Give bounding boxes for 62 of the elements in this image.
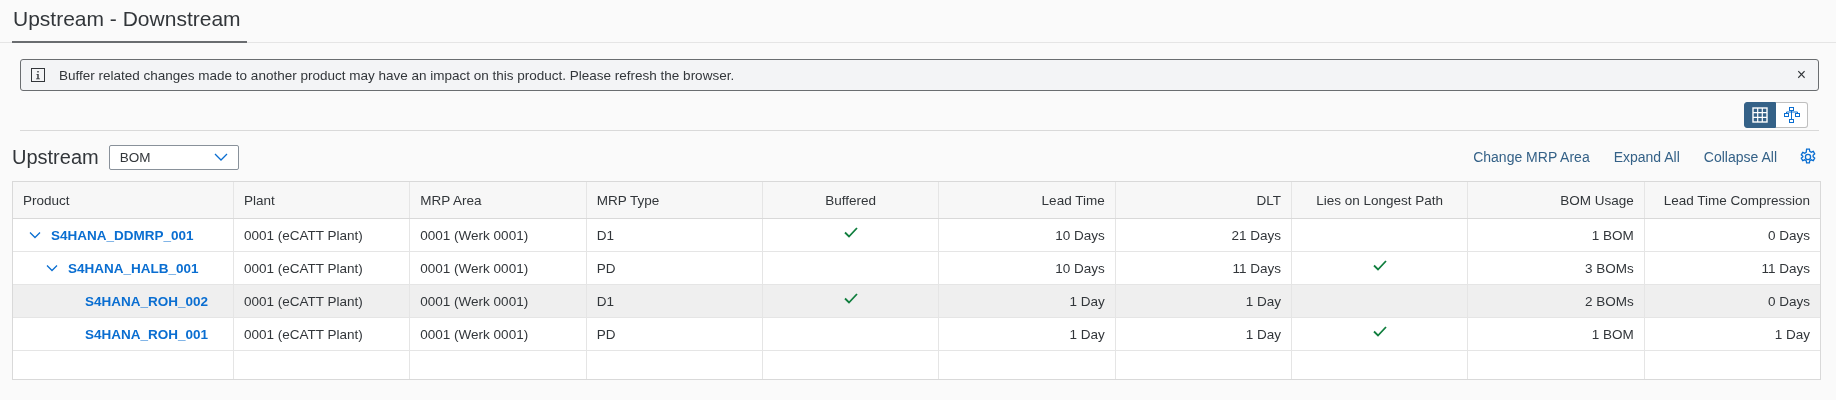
column-header: Lead Time Compression <box>1643 182 1820 218</box>
table-cell: 10 Days <box>1055 227 1105 243</box>
table-cell: 11 Days <box>1761 260 1810 276</box>
table-cell: 0001 (eCATT Plant) <box>244 326 363 342</box>
table-row[interactable]: S4HANA_ROH_002 0001 (eCATT Plant) 0001 (Werk 0001) D1 1 Day 1 Day 2 BOMs 0 Days <box>13 285 1820 318</box>
product-link[interactable]: S4HANA_HALB_001 <box>68 260 199 276</box>
table-cell: 0001 (eCATT Plant) <box>244 293 363 309</box>
table-row[interactable]: S4HANA_ROH_001 0001 (eCATT Plant) 0001 (Werk 0001) PD 1 Day 1 Day 1 BOM 1 Day <box>13 318 1820 351</box>
action-link[interactable]: Change MRP Area <box>1473 149 1590 165</box>
table-cell: PD <box>596 326 616 342</box>
section-title: Upstream <box>12 145 99 169</box>
settings-icon[interactable] <box>1799 148 1817 166</box>
table-cell: 0 Days <box>1767 227 1810 243</box>
product-link[interactable]: S4HANA_ROH_002 <box>85 293 209 309</box>
column-header: Buffered <box>762 182 939 218</box>
table-cell: 0001 (Werk 0001) <box>420 260 529 276</box>
column-header: Lead Time <box>938 182 1115 218</box>
info-icon <box>31 68 45 82</box>
table-cell: 10 Days <box>1055 260 1105 276</box>
page-tab[interactable]: Upstream - Downstream <box>12 7 247 43</box>
table-cell: 1 Day <box>1069 293 1105 309</box>
product-link[interactable]: S4HANA_DDMRP_001 <box>51 227 194 243</box>
table-cell: 21 Days <box>1231 227 1281 243</box>
table-cell: 3 BOMs <box>1584 260 1634 276</box>
message-text: Buffer related changes made to another product may have an impact on this product. Please refresh the browser. <box>59 67 736 83</box>
close-button[interactable]: × <box>1794 66 1808 84</box>
table-cell: D1 <box>596 293 614 309</box>
chevron-down-icon <box>213 153 228 161</box>
action-link[interactable]: Collapse All <box>1703 149 1777 165</box>
table-view-button[interactable] <box>1744 102 1776 128</box>
table-cell: 1 BOM <box>1591 227 1634 243</box>
column-header: BOM Usage <box>1467 182 1644 218</box>
column-header: MRP Area <box>409 182 586 218</box>
column-header: DLT <box>1114 182 1291 218</box>
table-cell: 1 Day <box>1245 293 1281 309</box>
table-cell: 1 Day <box>1774 326 1810 342</box>
action-link[interactable]: Expand All <box>1613 149 1680 165</box>
column-header: Plant <box>233 182 410 218</box>
table-cell: 0001 (Werk 0001) <box>420 326 529 342</box>
grid-icon <box>1752 107 1768 123</box>
table-cell: D1 <box>596 227 614 243</box>
table-cell: 1 BOM <box>1591 326 1634 342</box>
table-cell: 0001 (Werk 0001) <box>420 227 529 243</box>
chevron-down-icon[interactable] <box>46 262 58 274</box>
view-select[interactable]: BOM <box>108 144 239 170</box>
table-cell: 11 Days <box>1232 260 1281 276</box>
column-header: MRP Type <box>585 182 762 218</box>
table-cell: 0001 (eCATT Plant) <box>244 227 363 243</box>
table-cell: 1 Day <box>1245 326 1281 342</box>
table-cell: 2 BOMs <box>1584 293 1634 309</box>
table-cell: 0 Days <box>1767 293 1810 309</box>
chevron-down-icon[interactable] <box>29 229 41 241</box>
table-cell: PD <box>596 260 616 276</box>
hierarchy-icon <box>1783 107 1800 123</box>
table-row[interactable]: S4HANA_DDMRP_001 0001 (eCATT Plant) 0001 (Werk 0001) D1 10 Days 21 Days 1 BOM 0 Days <box>13 219 1820 252</box>
product-link[interactable]: S4HANA_ROH_001 <box>85 326 209 342</box>
table-cell: 1 Day <box>1069 326 1105 342</box>
column-header: Product <box>22 191 71 210</box>
table-cell: 0001 (Werk 0001) <box>420 293 529 309</box>
network-view-button[interactable] <box>1776 102 1808 128</box>
column-header: Lies on Longest Path <box>1291 182 1468 218</box>
table-cell: 0001 (eCATT Plant) <box>244 260 363 276</box>
